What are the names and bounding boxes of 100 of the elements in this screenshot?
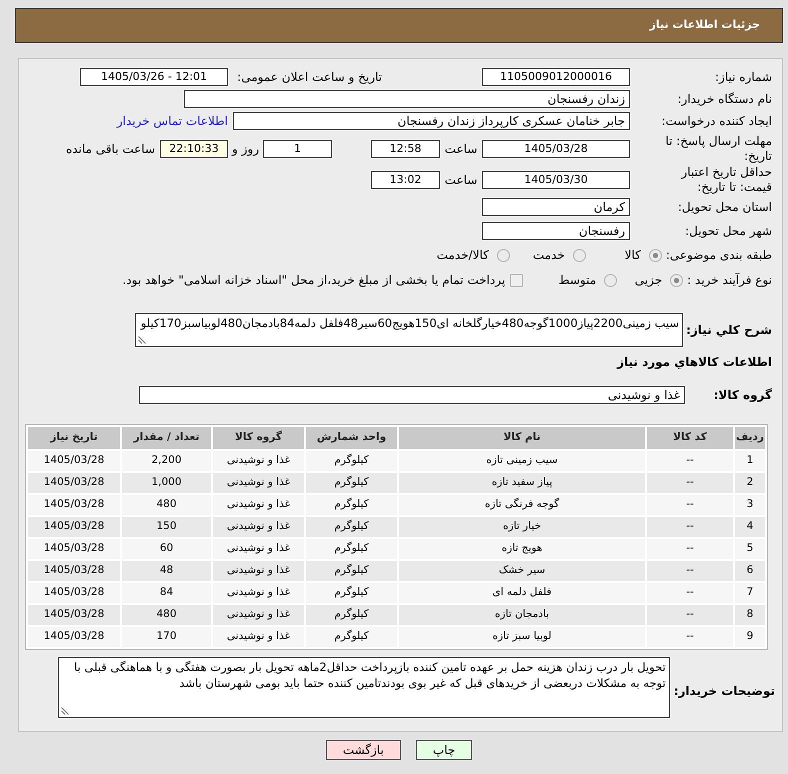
table-cell: کیلوگرم: [306, 583, 397, 603]
table-cell: 9: [735, 627, 765, 647]
radio-button[interactable]: [572, 248, 586, 262]
table-cell: 1: [735, 451, 765, 471]
table-cell: 2,200: [122, 451, 211, 471]
table-cell: غذا و نوشیدنی: [213, 605, 304, 625]
column-header: واحد شمارش: [306, 427, 397, 449]
table-cell: 1405/03/28: [28, 539, 120, 559]
table-cell: --: [647, 583, 733, 603]
table-cell: غذا و نوشیدنی: [213, 539, 304, 559]
table-cell: سیر خشک: [399, 561, 645, 581]
table-cell: --: [647, 627, 733, 647]
radio-button[interactable]: [648, 248, 662, 262]
table-cell: کیلوگرم: [306, 473, 397, 493]
text-field[interactable]: 22:10:33: [160, 140, 228, 158]
resize-handle-icon[interactable]: [138, 336, 146, 344]
table-cell: --: [647, 561, 733, 581]
field-label: حداقل تاریخ اعتبار قیمت: تا تاریخ:: [680, 165, 772, 195]
text-field[interactable]: 12:58: [371, 140, 440, 158]
notes-field[interactable]: تحویل بار درب زندان هزینه حمل بر عهده تامین کننده بازپرداخت حداقل2ماهه تحویل بار بصورت هفتگی و با هماهنگی قبلی با توجه به مشکلات دربعضی از خریدهای قبل که غیر بوی بودندتامین کننده حتما باید بومی شهرستان باشد: [58, 657, 670, 718]
option-label: جزیی: [634, 272, 662, 289]
table-cell: کیلوگرم: [306, 495, 397, 515]
table-cell: غذا و نوشیدنی: [213, 473, 304, 493]
table-cell: 48: [122, 561, 211, 581]
field-label: روز و: [230, 140, 260, 158]
table-cell: --: [647, 517, 733, 537]
table-cell: 2: [735, 473, 765, 493]
contact-link[interactable]: اطلاعات تماس خریدار: [116, 112, 228, 130]
field-label: مهلت ارسال پاسخ: تا تاریخ:: [664, 134, 772, 164]
column-header: تعداد / مقدار: [122, 427, 211, 449]
field-label: استان محل تحویل:: [676, 199, 772, 216]
table-cell: غذا و نوشیدنی: [213, 451, 304, 471]
column-header: تاریخ نیاز: [28, 427, 120, 449]
table-cell: غذا و نوشیدنی: [213, 627, 304, 647]
table-cell: پیاز سفید تازه: [399, 473, 645, 493]
table-cell: --: [647, 451, 733, 471]
field-label: شماره نیاز:: [714, 69, 772, 86]
table-cell: غذا و نوشیدنی: [213, 561, 304, 581]
table-cell: 1405/03/28: [28, 495, 120, 515]
table-cell: --: [647, 605, 733, 625]
table-cell: 1405/03/28: [28, 451, 120, 471]
text-field[interactable]: 1405/03/26 - 12:01: [80, 68, 228, 86]
table-cell: کیلوگرم: [306, 627, 397, 647]
table-cell: کیلوگرم: [306, 517, 397, 537]
table-cell: غذا و نوشیدنی: [213, 583, 304, 603]
table-cell: 84: [122, 583, 211, 603]
column-header: کد کالا: [647, 427, 733, 449]
table-cell: --: [647, 495, 733, 515]
text-field[interactable]: 13:02: [371, 171, 440, 189]
option-label: خدمت: [532, 247, 565, 264]
table-cell: 1405/03/28: [28, 561, 120, 581]
text-field[interactable]: رفسنجان: [482, 222, 630, 240]
table-cell: لوبیا سبز تازه: [399, 627, 645, 647]
field-label: تاریخ و ساعت اعلان عمومی:: [236, 69, 382, 86]
field-label: گروه کالا:: [712, 387, 772, 404]
field-label: نوع فرآیند خرید :: [686, 272, 772, 289]
text-field[interactable]: 1405/03/30: [482, 171, 630, 189]
table-cell: هویج تازه: [399, 539, 645, 559]
text-field[interactable]: جابر خنامان عسکری کارپرداز زندان رفسنجان: [233, 112, 630, 130]
radio-button[interactable]: [604, 274, 618, 286]
table-cell: سیب زمینی تازه: [399, 451, 645, 471]
column-header: ردیف: [735, 427, 765, 449]
table-cell: بادمجان تازه: [399, 605, 645, 625]
table-cell: کیلوگرم: [306, 605, 397, 625]
table-cell: 8: [735, 605, 765, 625]
table-cell: 1405/03/28: [28, 473, 120, 493]
field-label: ایجاد کننده درخواست:: [660, 113, 772, 130]
text-field[interactable]: غذا و نوشیدنی: [139, 386, 685, 404]
text-field[interactable]: 1405/03/28: [482, 140, 630, 158]
field-label: نام دستگاه خریدار:: [676, 91, 772, 108]
checkbox[interactable]: [510, 274, 524, 286]
field-label: ساعت: [444, 140, 478, 158]
text-field[interactable]: 1: [263, 140, 332, 158]
back-button[interactable]: بازگشت: [326, 740, 401, 760]
option-label: متوسط: [558, 272, 596, 289]
table-cell: 1,000: [122, 473, 211, 493]
section-title: اطلاعات کالاهاي مورد نياز: [617, 354, 772, 371]
text-field[interactable]: کرمان: [482, 198, 630, 216]
radio-button[interactable]: [496, 248, 510, 262]
option-label: پرداخت تمام یا بخشی از مبلغ خرید،از محل "اسناد خزانه اسلامی" خواهد بود.: [122, 272, 506, 289]
table-cell: خیار تازه: [399, 517, 645, 537]
radio-button[interactable]: [670, 274, 684, 286]
column-header: نام کالا: [399, 427, 645, 449]
resize-handle-icon[interactable]: [60, 707, 69, 715]
table-cell: 1405/03/28: [28, 583, 120, 603]
table-cell: --: [647, 473, 733, 493]
table-cell: 170: [122, 627, 211, 647]
table-cell: کیلوگرم: [306, 539, 397, 559]
table-cell: 7: [735, 583, 765, 603]
table-cell: 60: [122, 539, 211, 559]
field-label: طبقه بندی موضوعی:: [664, 247, 772, 264]
table-cell: 1405/03/28: [28, 627, 120, 647]
description-field[interactable]: سیب زمینی2200پیاز1000گوجه480خیارگلخانه ای150هویج60سیر48فلفل دلمه84بادمجان480لوبیاسبز170کیلو: [135, 313, 683, 347]
option-label: کالا: [624, 247, 641, 264]
text-field[interactable]: 1105009012000016: [482, 68, 630, 86]
table-cell: 3: [735, 495, 765, 515]
text-field[interactable]: زندان رفسنجان: [184, 90, 630, 108]
print-button[interactable]: چاپ: [416, 740, 472, 760]
field-label: ساعت: [444, 172, 478, 189]
field-label: ساعت باقی مانده: [66, 140, 156, 158]
